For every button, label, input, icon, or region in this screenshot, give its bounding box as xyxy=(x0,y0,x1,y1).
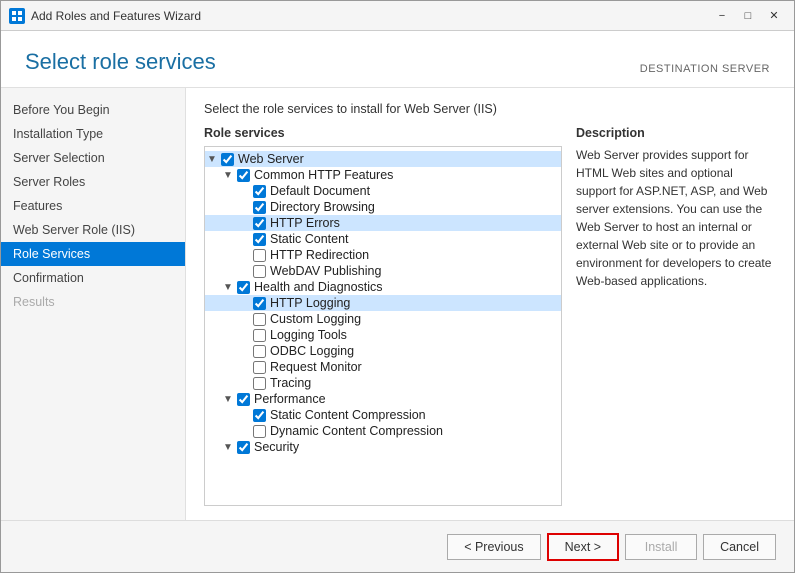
sidebar-item-confirmation[interactable]: Confirmation xyxy=(1,266,185,290)
tree-item[interactable]: WebDAV Publishing xyxy=(205,263,561,279)
page-title: Select role services xyxy=(25,49,216,75)
tree-item[interactable]: Custom Logging xyxy=(205,311,561,327)
minimize-button[interactable]: − xyxy=(710,5,734,27)
tree-item[interactable]: ODBC Logging xyxy=(205,343,561,359)
sidebar-item-server-roles[interactable]: Server Roles xyxy=(1,170,185,194)
tree-item[interactable]: ▼Security xyxy=(205,439,561,455)
sidebar-item-results: Results xyxy=(1,290,185,314)
tree-item[interactable]: Static Content Compression xyxy=(205,407,561,423)
wizard-window: Add Roles and Features Wizard − □ ✕ Sele… xyxy=(0,0,795,573)
main-content: Select the role services to install for … xyxy=(186,88,794,520)
sidebar-item-before-you-begin[interactable]: Before You Begin xyxy=(1,98,185,122)
tree-item[interactable]: Directory Browsing xyxy=(205,199,561,215)
tree-item[interactable]: Dynamic Content Compression xyxy=(205,423,561,439)
tree-item[interactable]: ▼Health and Diagnostics xyxy=(205,279,561,295)
instruction-text: Select the role services to install for … xyxy=(204,102,776,116)
tree-item[interactable]: HTTP Errors xyxy=(205,215,561,231)
tree-item[interactable]: Logging Tools xyxy=(205,327,561,343)
tree-item[interactable]: ▼Web Server xyxy=(205,151,561,167)
description-panel: Description Web Server provides support … xyxy=(576,126,776,506)
cancel-button[interactable]: Cancel xyxy=(703,534,776,560)
header: Select role services DESTINATION SERVER xyxy=(1,31,794,88)
sidebar-item-web-server-role-(iis)[interactable]: Web Server Role (IIS) xyxy=(1,218,185,242)
previous-button[interactable]: < Previous xyxy=(447,534,540,560)
window-title: Add Roles and Features Wizard xyxy=(31,9,710,23)
tree-item[interactable]: Tracing xyxy=(205,375,561,391)
tree-item[interactable]: ▼Performance xyxy=(205,391,561,407)
tree-item[interactable]: ▼Common HTTP Features xyxy=(205,167,561,183)
destination-server-label: DESTINATION SERVER xyxy=(640,63,770,75)
sidebar: Before You BeginInstallation TypeServer … xyxy=(1,88,186,520)
tree-item[interactable]: Default Document xyxy=(205,183,561,199)
maximize-button[interactable]: □ xyxy=(736,5,760,27)
content-area: Before You BeginInstallation TypeServer … xyxy=(1,88,794,520)
tree-item[interactable]: Static Content xyxy=(205,231,561,247)
tree-container[interactable]: ▼Web Server▼Common HTTP FeaturesDefault … xyxy=(204,146,562,506)
window-controls: − □ ✕ xyxy=(710,5,786,27)
tree-item[interactable]: HTTP Redirection xyxy=(205,247,561,263)
next-button[interactable]: Next > xyxy=(547,533,619,561)
install-button: Install xyxy=(625,534,697,560)
sidebar-item-role-services[interactable]: Role Services xyxy=(1,242,185,266)
sidebar-item-features[interactable]: Features xyxy=(1,194,185,218)
sidebar-item-installation-type[interactable]: Installation Type xyxy=(1,122,185,146)
description-label: Description xyxy=(576,126,776,140)
tree-item[interactable]: HTTP Logging xyxy=(205,295,561,311)
role-services-panel: Role services ▼Web Server▼Common HTTP Fe… xyxy=(204,126,562,506)
title-bar: Add Roles and Features Wizard − □ ✕ xyxy=(1,1,794,31)
app-icon xyxy=(9,8,25,24)
description-text: Web Server provides support for HTML Web… xyxy=(576,146,776,290)
role-services-label: Role services xyxy=(204,126,562,140)
footer: < Previous Next > Install Cancel xyxy=(1,520,794,572)
tree-item[interactable]: Request Monitor xyxy=(205,359,561,375)
panels: Role services ▼Web Server▼Common HTTP Fe… xyxy=(204,126,776,506)
sidebar-item-server-selection[interactable]: Server Selection xyxy=(1,146,185,170)
close-button[interactable]: ✕ xyxy=(762,5,786,27)
